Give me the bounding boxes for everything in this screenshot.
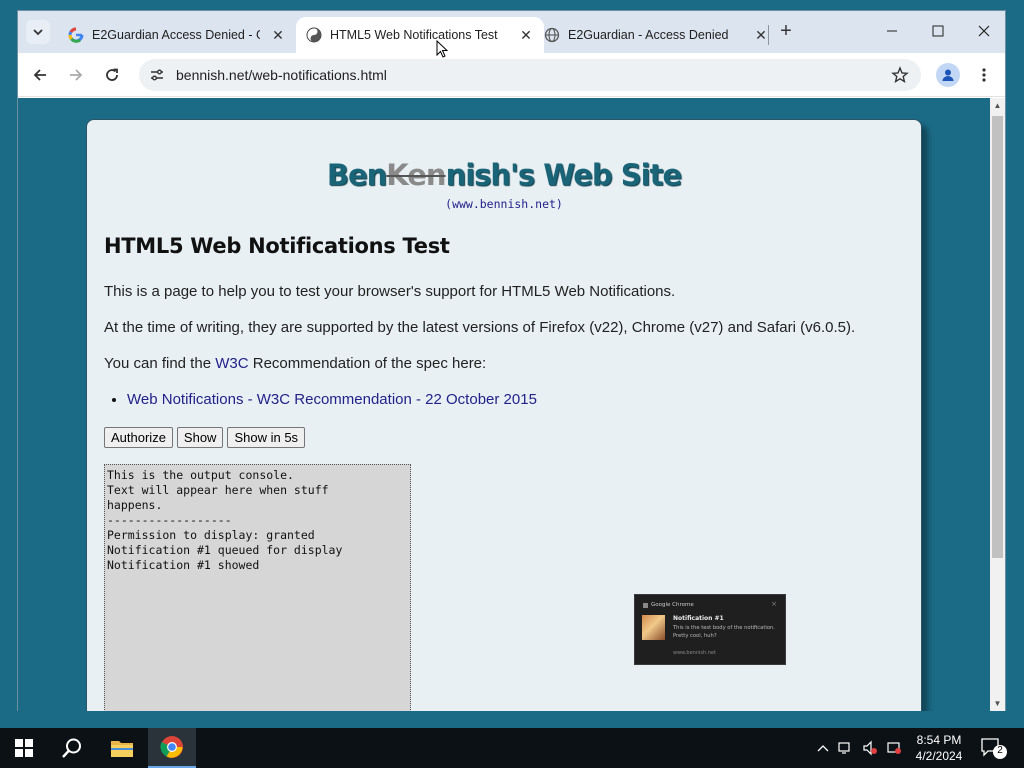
notification-icon <box>981 738 1007 759</box>
site-title-strike: Ken <box>386 158 446 192</box>
yin-yang-icon <box>306 27 322 43</box>
close-window-button[interactable] <box>970 19 998 43</box>
show-hidden-icons-button[interactable] <box>815 740 831 756</box>
support-paragraph: At the time of writing, they are support… <box>104 319 856 336</box>
site-title: BenKennish's Web Site <box>87 158 921 192</box>
toast-close-icon[interactable]: × <box>771 600 777 608</box>
volume-tray-icon[interactable] <box>862 740 878 756</box>
notification-toast[interactable]: Google Chrome × Notification #1 This is … <box>634 594 786 665</box>
site-title-part2: nish's Web Site <box>445 158 683 192</box>
search-icon <box>62 738 81 758</box>
site-url-link[interactable]: (www.bennish.net) <box>87 197 921 211</box>
clock-time: 8:54 PM <box>916 733 962 747</box>
w3c-link[interactable]: W3C <box>215 355 248 372</box>
scrollbar-thumb[interactable] <box>992 116 1003 558</box>
forward-button[interactable] <box>64 63 88 87</box>
toast-body: This is the test body of the notificatio… <box>673 625 775 639</box>
page-viewport: BenKennish's Web Site (www.bennish.net) … <box>18 98 990 711</box>
taskbar-clock[interactable]: 8:54 PM 4/2/2024 <box>904 732 974 764</box>
tab-strip: E2Guardian Access Denied - Go ✕ HTML5 We… <box>18 11 1005 53</box>
speaker-muted-icon <box>863 740 877 756</box>
show-in-5s-button[interactable]: Show in 5s <box>227 427 306 448</box>
tab-web-notifications[interactable]: HTML5 Web Notifications Test - ✕ <box>296 17 544 53</box>
google-icon <box>68 27 84 43</box>
chevron-up-icon <box>817 745 829 752</box>
arrow-right-icon <box>70 69 83 81</box>
network-icon <box>838 742 850 754</box>
chrome-taskbar-button[interactable] <box>148 728 196 768</box>
chevron-down-icon <box>33 29 43 36</box>
minimize-button[interactable] <box>878 19 906 43</box>
site-title-part1: Ben <box>326 158 387 192</box>
back-button[interactable] <box>28 63 52 87</box>
tab-e2guardian-denied[interactable]: E2Guardian - Access Denied ✕ <box>544 17 784 53</box>
maximize-icon <box>932 25 944 37</box>
toast-app-name: Google Chrome <box>643 602 694 608</box>
scroll-down-icon[interactable]: ▼ <box>993 699 1002 708</box>
minimize-icon <box>887 30 897 32</box>
person-icon <box>942 69 954 81</box>
tab-title: E2Guardian Access Denied - Go <box>92 28 260 42</box>
folder-icon <box>111 741 133 757</box>
address-bar[interactable]: bennish.net/web-notifications.html <box>139 59 921 91</box>
taskbar: 8:54 PM 4/2/2024 2 <box>0 728 1024 768</box>
toast-title: Notification #1 <box>673 615 724 622</box>
tab-search-button[interactable] <box>26 20 50 44</box>
network-tray-icon[interactable] <box>838 740 854 756</box>
browser-toolbar: bennish.net/web-notifications.html <box>18 53 1005 97</box>
chrome-mini-icon <box>643 602 648 608</box>
tab-title: HTML5 Web Notifications Test - <box>330 28 500 42</box>
close-icon <box>978 25 990 37</box>
reload-icon <box>106 68 118 81</box>
maximize-button[interactable] <box>924 19 952 43</box>
bookmark-star-icon[interactable] <box>891 66 909 84</box>
vertical-scrollbar[interactable]: ▲ ▼ <box>990 98 1005 711</box>
close-tab-icon[interactable]: ✕ <box>753 27 769 43</box>
button-row: Authorize Show Show in 5s <box>104 427 306 448</box>
more-vert-icon <box>982 68 986 82</box>
page-heading: HTML5 Web Notifications Test <box>104 234 450 258</box>
spec-link-list: Web Notifications - W3C Recommendation -… <box>127 391 537 408</box>
toast-app-label: Google Chrome <box>651 602 694 608</box>
tab-title: E2Guardian - Access Denied <box>568 28 729 42</box>
spec-paragraph-prefix: You can find the <box>104 355 216 372</box>
tab-e2guardian-google[interactable]: E2Guardian Access Denied - Go ✕ <box>58 17 296 53</box>
reload-button[interactable] <box>100 63 124 87</box>
output-console[interactable]: This is the output console. Text will ap… <box>104 464 411 711</box>
notification-center-button[interactable]: 2 <box>980 736 1010 760</box>
flag-alert-icon <box>887 742 901 754</box>
clock-date: 4/2/2024 <box>915 749 963 763</box>
chrome-icon <box>160 736 183 758</box>
authorize-button[interactable]: Authorize <box>104 427 173 448</box>
windows-logo-icon <box>15 739 33 757</box>
page-content-panel: BenKennish's Web Site (www.bennish.net) … <box>86 119 922 711</box>
notification-count: 2 <box>997 745 1003 756</box>
action-center-tray-icon[interactable] <box>886 740 902 756</box>
toast-source: www.bennish.net <box>673 650 716 656</box>
start-button[interactable] <box>0 728 48 768</box>
file-explorer-button[interactable] <box>98 728 146 768</box>
spec-link[interactable]: Web Notifications - W3C Recommendation -… <box>127 391 537 408</box>
list-item: Web Notifications - W3C Recommendation -… <box>127 391 537 408</box>
search-button[interactable] <box>48 728 96 768</box>
browser-menu-button[interactable] <box>974 63 994 87</box>
close-tab-icon[interactable]: ✕ <box>270 27 286 43</box>
spec-paragraph-suffix: Recommendation of the spec here: <box>248 355 487 372</box>
intro-paragraph: This is a page to help you to test your … <box>104 283 676 300</box>
site-info-icon[interactable] <box>149 67 165 83</box>
profile-avatar-button[interactable] <box>936 63 960 87</box>
tab-separator <box>768 25 769 45</box>
spec-paragraph: You can find the W3C Recommendation of t… <box>104 355 486 372</box>
browser-window: E2Guardian Access Denied - Go ✕ HTML5 We… <box>17 10 1006 711</box>
scroll-up-icon[interactable]: ▲ <box>993 101 1002 110</box>
arrow-left-icon <box>33 69 46 81</box>
close-tab-icon[interactable]: ✕ <box>518 27 534 43</box>
new-tab-button[interactable]: + <box>774 20 798 44</box>
url-text: bennish.net/web-notifications.html <box>176 67 387 83</box>
mouse-cursor-icon <box>436 40 448 58</box>
show-button[interactable]: Show <box>176 427 224 448</box>
globe-icon <box>544 27 560 43</box>
toast-image <box>642 615 665 640</box>
